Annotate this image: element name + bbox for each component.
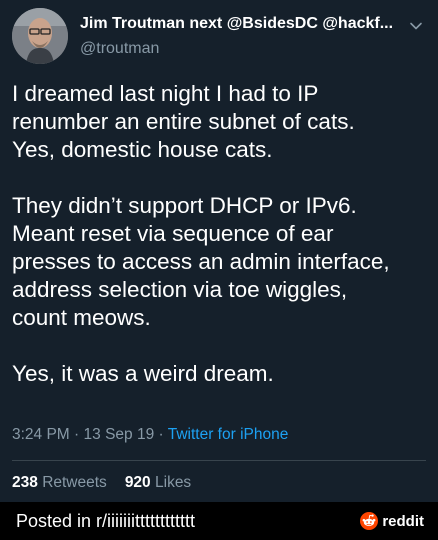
reddit-wordmark: reddit [382,512,424,530]
posted-in-subreddit[interactable]: Posted in r/iiiiiiitttttttttttt [16,510,195,532]
author-handle[interactable]: @troutman [80,38,400,60]
avatar[interactable] [12,8,68,64]
meta-separator: · [74,426,80,443]
retweets-stat[interactable]: 238 Retweets [12,474,107,491]
divider [12,460,426,461]
likes-stat[interactable]: 920 Likes [125,474,191,491]
tweet-time[interactable]: 3:24 PM [12,426,70,443]
reddit-footer-bar: Posted in r/iiiiiiitttttttttttt reddit [0,502,438,540]
tweet-paragraph: Yes, it was a weird dream. [12,361,274,386]
chevron-down-icon[interactable] [408,18,424,34]
tweet-paragraph: They didn’t support DHCP or IPv6. Meant … [12,193,390,330]
retweets-label: Retweets [42,474,107,491]
tweet-paragraph: I dreamed last night I had to IP renumbe… [12,81,355,162]
author-display-name[interactable]: Jim Troutman next @BsidesDC @hackf... [80,14,400,34]
likes-label: Likes [155,474,192,491]
likes-count: 920 [124,474,151,491]
author-names: Jim Troutman next @BsidesDC @hackf... @t… [80,14,400,60]
reddit-brand: reddit [360,512,424,530]
tweet-text: I dreamed last night I had to IP renumbe… [12,80,432,388]
tweet-meta: 3:24 PM · 13 Sep 19 · Twitter for iPhone [12,425,288,445]
tweet-source-link[interactable]: Twitter for iPhone [168,426,289,443]
tweet-date[interactable]: 13 Sep 19 [84,426,155,443]
tweet-stats: 238 Retweets 920 Likes [12,473,191,493]
meta-separator: · [158,426,164,443]
tweet-card: Jim Troutman next @BsidesDC @hackf... @t… [0,0,438,502]
reddit-snoo-icon [360,512,379,530]
retweets-count: 238 [12,474,38,491]
avatar-photo [12,8,68,64]
tweet-header: Jim Troutman next @BsidesDC @hackf... @t… [12,8,426,64]
